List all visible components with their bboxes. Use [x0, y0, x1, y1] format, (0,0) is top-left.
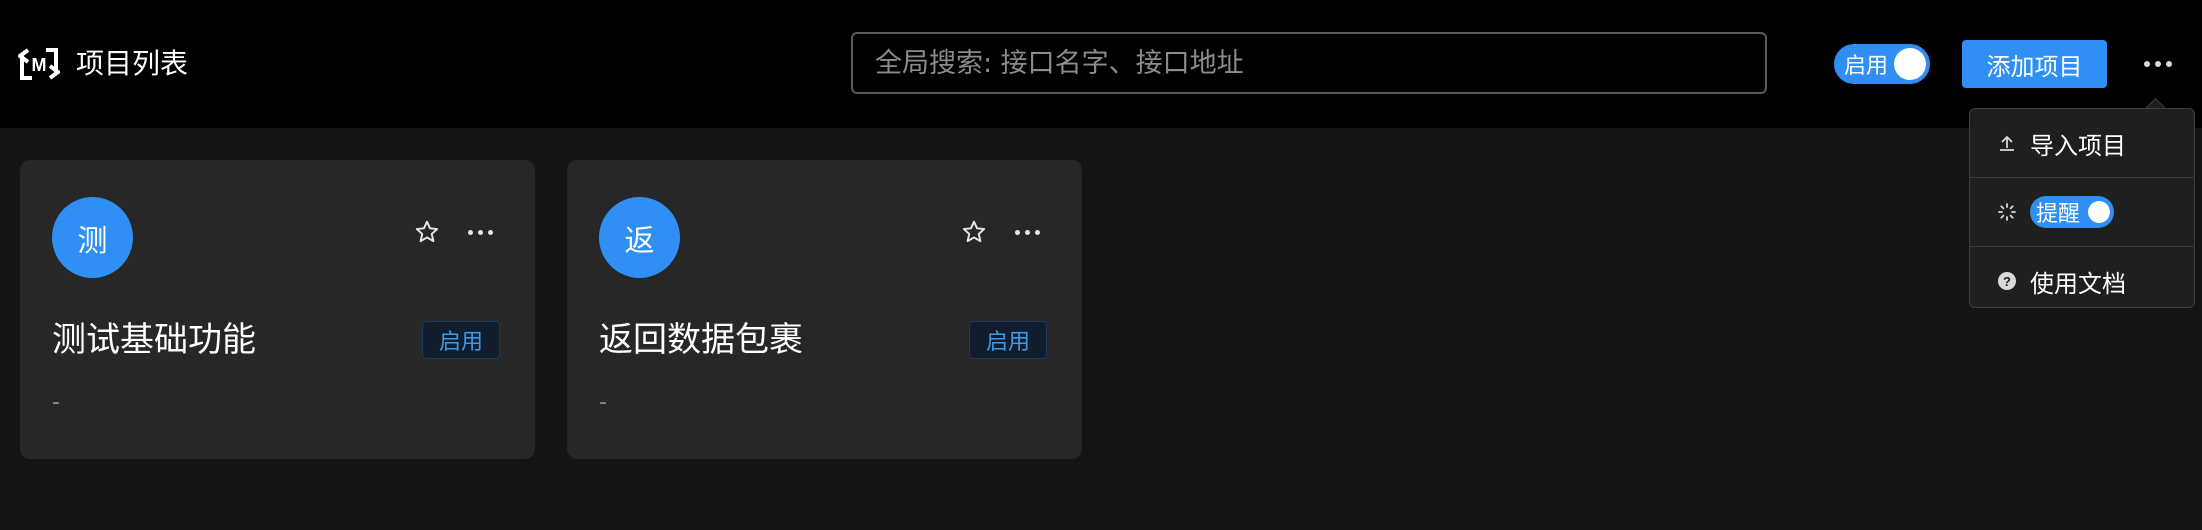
project-description: -	[599, 390, 607, 415]
project-title: 测试基础功能	[52, 320, 256, 360]
reminder-toggle-label: 提醒	[2036, 202, 2081, 227]
favorite-button[interactable]	[958, 216, 990, 248]
more-dropdown-menu: 导入项目 提醒 ? 使用文档	[1969, 108, 2195, 308]
page-title: 项目列表	[76, 47, 189, 80]
project-card[interactable]: 测 测试基础功能 启用 -	[20, 160, 535, 459]
menu-item-documentation[interactable]: ? 使用文档	[1970, 247, 2194, 315]
header: M 项目列表 启用 添加项目	[0, 0, 2202, 128]
menu-item-label: 导入项目	[2030, 131, 2126, 160]
star-icon	[415, 220, 439, 243]
global-search-box[interactable]	[851, 32, 1767, 94]
ellipsis-icon	[467, 229, 493, 235]
menu-item-reminder[interactable]: 提醒	[1970, 178, 2194, 246]
loading-icon	[1996, 201, 2018, 223]
star-icon	[962, 220, 986, 243]
avatar: 测	[52, 197, 133, 278]
m-logo-icon: M	[18, 48, 60, 80]
ellipsis-icon	[2144, 61, 2172, 67]
more-menu-button[interactable]	[2138, 44, 2178, 84]
svg-text:M: M	[32, 55, 47, 75]
ellipsis-icon	[1014, 229, 1040, 235]
project-card[interactable]: 返 返回数据包裹 启用 -	[567, 160, 1082, 459]
favorite-button[interactable]	[411, 216, 443, 248]
card-more-button[interactable]	[1009, 216, 1045, 248]
reminder-toggle[interactable]: 提醒	[2030, 196, 2114, 228]
enable-toggle-label: 启用	[1844, 54, 1889, 79]
toggle-knob	[1894, 48, 1926, 80]
upload-icon	[1996, 132, 2018, 154]
menu-item-import-project[interactable]: 导入项目	[1970, 109, 2194, 177]
question-circle-icon: ?	[1996, 270, 2018, 292]
menu-item-label: 使用文档	[2030, 269, 2126, 298]
search-input[interactable]	[853, 34, 1765, 92]
project-title: 返回数据包裹	[599, 320, 803, 360]
enable-toggle[interactable]: 启用	[1834, 44, 1930, 84]
status-badge: 启用	[969, 321, 1047, 359]
avatar: 返	[599, 197, 680, 278]
toggle-knob	[2088, 201, 2110, 223]
add-project-button[interactable]: 添加项目	[1962, 40, 2107, 88]
svg-text:?: ?	[2003, 274, 2011, 289]
card-more-button[interactable]	[462, 216, 498, 248]
project-description: -	[52, 390, 60, 415]
status-badge: 启用	[422, 321, 500, 359]
